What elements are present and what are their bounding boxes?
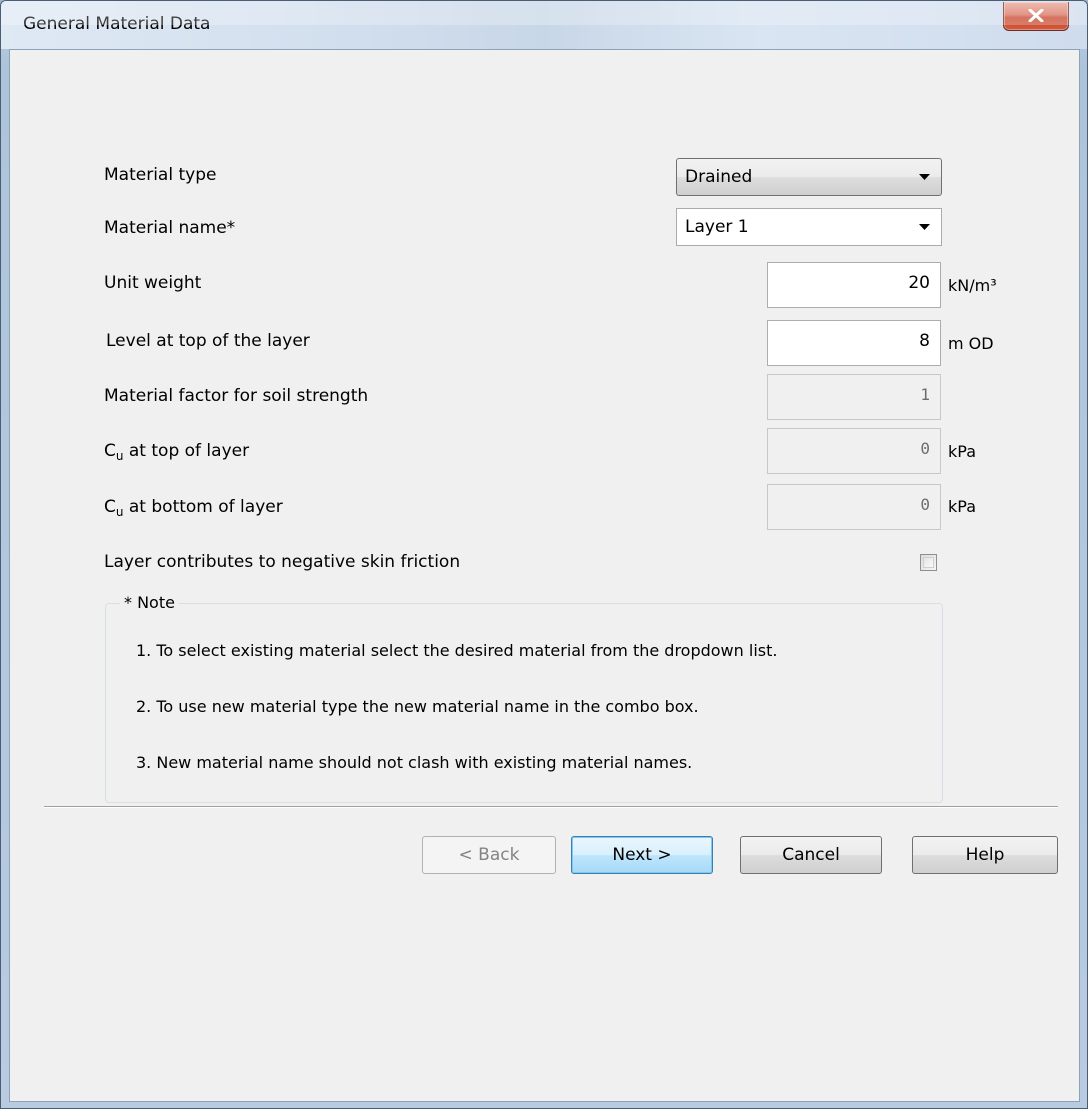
- unit-weight-label: Unit weight: [104, 273, 202, 293]
- note-item-3: 3. New material name should not clash wi…: [136, 753, 693, 772]
- dialog-content: Material type Drained Material name* Lay…: [9, 49, 1080, 1102]
- dialog-window: General Material Data Material type Drai…: [0, 0, 1088, 1109]
- cu-top-label: Cu at top of layer: [104, 441, 249, 463]
- cu-bottom-label: Cu at bottom of layer: [104, 497, 283, 519]
- cu-bottom-unit: kPa: [948, 497, 976, 516]
- cu-bottom-label-main: C: [104, 497, 116, 517]
- note-item-1: 1. To select existing material select th…: [136, 641, 778, 660]
- level-top-unit: m OD: [948, 334, 994, 353]
- material-type-value: Drained: [685, 167, 753, 187]
- cu-bottom-input: 0: [767, 484, 941, 530]
- footer-separator: [44, 806, 1058, 808]
- cu-top-unit: kPa: [948, 442, 976, 461]
- material-name-combobox[interactable]: Layer 1: [676, 208, 942, 246]
- material-type-label: Material type: [104, 165, 217, 185]
- material-type-dropdown[interactable]: Drained: [676, 158, 942, 196]
- cu-bottom-label-rest: at bottom of layer: [123, 497, 283, 517]
- window-title: General Material Data: [23, 14, 211, 34]
- help-button[interactable]: Help: [912, 836, 1058, 874]
- close-button[interactable]: [1003, 2, 1069, 31]
- cancel-button[interactable]: Cancel: [740, 836, 882, 874]
- cu-top-input: 0: [767, 428, 941, 474]
- cu-top-label-rest: at top of layer: [123, 441, 250, 461]
- title-bar[interactable]: General Material Data: [1, 1, 1087, 49]
- material-factor-label: Material factor for soil strength: [104, 386, 369, 406]
- material-name-value: Layer 1: [685, 217, 749, 237]
- unit-weight-input[interactable]: 20: [767, 262, 941, 308]
- note-title: * Note: [120, 593, 179, 612]
- unit-weight-unit: kN/m³: [948, 276, 997, 295]
- next-button[interactable]: Next >: [571, 836, 713, 874]
- back-button[interactable]: < Back: [422, 836, 556, 874]
- note-item-2: 2. To use new material type the new mate…: [136, 697, 699, 716]
- negative-skin-friction-checkbox[interactable]: [920, 554, 937, 571]
- level-top-input[interactable]: 8: [767, 320, 941, 366]
- level-top-label: Level at top of the layer: [106, 331, 310, 351]
- negative-skin-friction-label: Layer contributes to negative skin frict…: [104, 552, 461, 572]
- chevron-down-icon[interactable]: [919, 224, 930, 230]
- material-name-label: Material name*: [104, 218, 236, 238]
- material-factor-input: 1: [767, 374, 941, 420]
- chevron-down-icon: [919, 174, 930, 180]
- cu-top-label-main: C: [104, 441, 116, 461]
- close-icon: [1028, 9, 1044, 22]
